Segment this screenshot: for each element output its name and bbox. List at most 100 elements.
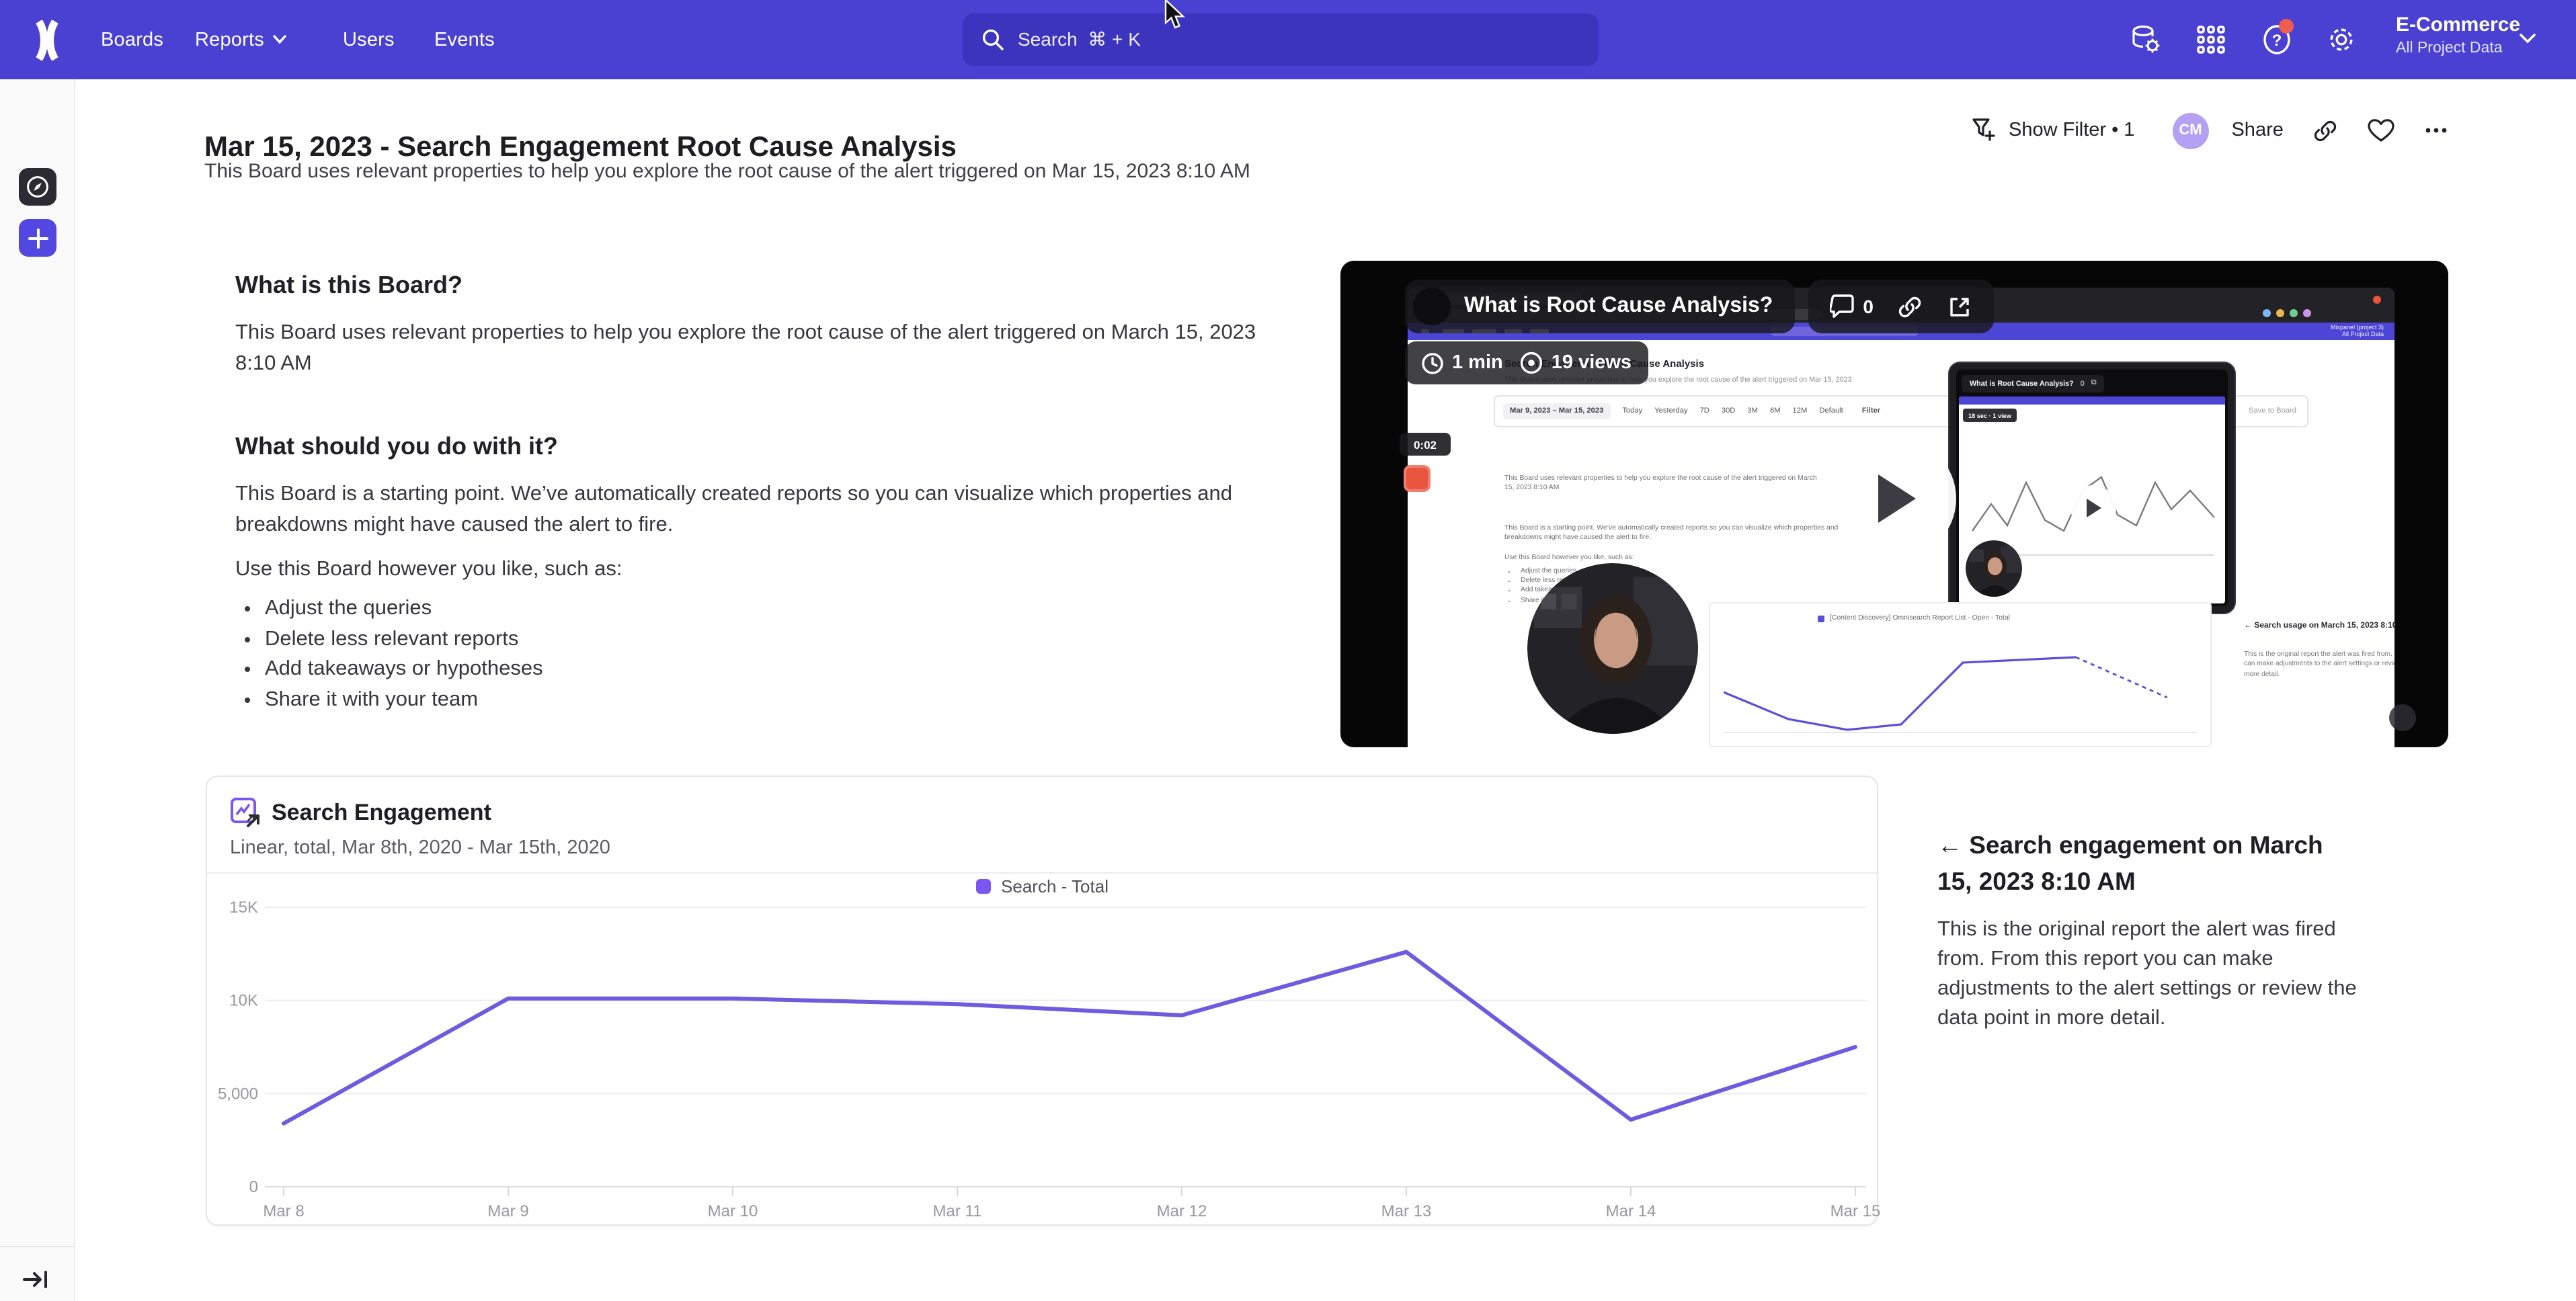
comment-count: 0 (1863, 296, 1874, 317)
video-duration: 1 min (1452, 352, 1503, 374)
svg-text:Mar 15: Mar 15 (1830, 1202, 1881, 1220)
rail-divider (0, 1246, 75, 1247)
record-stop-icon[interactable] (1404, 465, 1431, 492)
mini-annotation-body: This is the original report the alert wa… (2244, 650, 2394, 680)
mini-paragraph-1: This Board uses relevant properties to h… (1504, 474, 1827, 493)
show-filter-button[interactable]: Show Filter • 1 (2009, 120, 2134, 141)
page-subtitle: This Board uses relevant properties to h… (204, 160, 1250, 183)
settings-gear-icon[interactable] (2326, 24, 2357, 55)
report-title[interactable]: Search Engagement (272, 800, 491, 827)
annotation-heading: ← Search engagement on March 15, 2023 8:… (1937, 827, 2362, 899)
page-title: Mar 15, 2023 - Search Engagement Root Ca… (204, 132, 957, 164)
mini-chart-line (1724, 638, 2197, 741)
svg-text:Mar 9: Mar 9 (487, 1202, 528, 1220)
report-card-search-engagement[interactable]: Search Engagement Linear, total, Mar 8th… (206, 775, 1878, 1226)
avatar (1413, 288, 1451, 325)
external-link-icon[interactable] (1947, 294, 1973, 319)
line-chart-report-icon (230, 797, 261, 828)
video-player-card[interactable]: Mixpanel (project 3)All Project Data Sea… (1340, 261, 2448, 747)
nested-video-frame: What is Root Cause Analysis? 0 ⧉ 18 sec … (1948, 362, 2236, 614)
video-overlay-row: What is Root Cause Analysis? 0 (1405, 280, 1995, 333)
data-management-icon[interactable] (2131, 24, 2162, 55)
nested-video-stats: 18 sec · 1 view (1963, 409, 2017, 422)
clock-icon (1421, 351, 1444, 374)
intro-heading-1: What is this Board? (235, 271, 462, 300)
intro-paragraph-3: Use this Board however you like, such as… (235, 554, 622, 585)
share-button[interactable]: Share (2231, 120, 2283, 141)
video-title: What is Root Cause Analysis? (1464, 294, 1773, 319)
mini-paragraph-2: This Board is a starting point. We’ve au… (1504, 524, 1843, 543)
intro-heading-2: What should you do with it? (235, 433, 558, 461)
chevron-down-icon (2520, 34, 2536, 44)
list-item: Add takeaways or hypotheses (265, 655, 543, 685)
list-item: Share it with your team (265, 685, 543, 715)
video-corner-button[interactable] (2389, 704, 2416, 731)
svg-text:Mar 11: Mar 11 (933, 1202, 982, 1220)
svg-text:Mar 13: Mar 13 (1381, 1202, 1432, 1220)
intro-paragraph-2: This Board is a starting point. We’ve au… (235, 478, 1297, 540)
nested-video-title-pill: What is Root Cause Analysis? 0 ⧉ (1962, 375, 2105, 392)
filter-plus-icon[interactable] (1971, 117, 1998, 144)
left-rail (0, 79, 75, 1301)
svg-text:Mar 14: Mar 14 (1606, 1202, 1656, 1220)
copy-link-button[interactable] (2313, 118, 2339, 143)
favorite-button[interactable] (2368, 118, 2395, 142)
heart-icon (2368, 118, 2395, 142)
nav-item-users[interactable]: Users (343, 0, 395, 79)
list-item: Delete less relevant reports (265, 624, 543, 655)
play-button[interactable] (1835, 438, 1956, 559)
create-new-button[interactable] (19, 219, 56, 257)
video-stats-pill: 1 min 19 views (1405, 341, 1648, 384)
link-icon: ⧉ (2091, 379, 2097, 388)
board-toolbar: Show Filter • 1 CM Share (1971, 110, 2449, 151)
top-nav: Boards Reports Users Events Search ⌘ + K (0, 0, 2576, 79)
apps-grid-icon[interactable] (2196, 24, 2226, 55)
mini-annotation-heading: ← Search usage on March 15, 2023 8:10 AM (2244, 621, 2394, 632)
svg-text:10K: 10K (229, 992, 258, 1010)
search-icon (981, 28, 1004, 51)
comment-icon: 0 (2081, 380, 2085, 388)
views-eye-icon (1519, 351, 1543, 375)
comment-icon[interactable] (1829, 294, 1855, 319)
expand-sidebar-icon[interactable] (22, 1265, 51, 1294)
notification-dot (2279, 19, 2294, 34)
webcam-bubble (1527, 563, 1698, 734)
svg-text:?: ? (2272, 32, 2282, 50)
ellipsis-icon (2425, 126, 2449, 134)
avatar[interactable]: CM (2172, 112, 2208, 149)
list-item: Adjust the queries (265, 594, 543, 624)
mini-chart-legend: [Content Discovery] Omnisearch Report Li… (1830, 614, 2010, 622)
nav-item-boards[interactable]: Boards (101, 0, 163, 79)
intro-bullet-list: Adjust the queries Delete less relevant … (235, 594, 543, 715)
nested-play-button[interactable] (2070, 485, 2116, 531)
mouse-cursor (1164, 0, 1187, 30)
play-icon (1876, 474, 1916, 523)
svg-text:Mar 12: Mar 12 (1157, 1202, 1207, 1220)
mini-paragraph-3: Use this Board however you like, such as… (1504, 554, 1843, 563)
mixpanel-board-page: Boards Reports Users Events Search ⌘ + K (0, 0, 2576, 1301)
link-icon[interactable] (1898, 294, 1923, 319)
mini-report-card: [Content Discovery] Omnisearch Report Li… (1709, 602, 2212, 747)
report-subtitle: Linear, total, Mar 8th, 2020 - Mar 15th,… (230, 837, 610, 859)
intro-paragraph-1: This Board uses relevant properties to h… (235, 317, 1260, 379)
svg-text:15K: 15K (229, 898, 258, 917)
nav-item-events[interactable]: Events (434, 0, 495, 79)
annotation-body: This is the original report the alert wa… (1937, 915, 2384, 1034)
video-title-pill: What is Root Cause Analysis? (1405, 280, 1794, 333)
link-icon (2313, 118, 2339, 143)
legend-swatch (1818, 615, 1824, 622)
svg-text:0: 0 (249, 1178, 258, 1196)
plus-icon (28, 228, 48, 248)
search-input[interactable]: Search ⌘ + K (963, 13, 1599, 66)
project-selector[interactable]: E-Commerce All Project Data (2396, 13, 2520, 58)
mixpanel-logo-icon[interactable] (30, 20, 65, 60)
more-options-button[interactable] (2425, 126, 2449, 134)
help-button[interactable]: ? (2261, 24, 2292, 55)
svg-text:5,000: 5,000 (218, 1085, 258, 1103)
svg-text:Mar 8: Mar 8 (263, 1202, 304, 1220)
engagement-chart-svg: 05,00010K15KMar 8Mar 9Mar 10Mar 11Mar 12… (207, 871, 1880, 1227)
board-nav-button[interactable] (19, 168, 56, 206)
compass-icon (26, 175, 50, 199)
recording-timer: 0:02 (1400, 433, 1451, 456)
nav-item-reports[interactable]: Reports (195, 0, 287, 79)
